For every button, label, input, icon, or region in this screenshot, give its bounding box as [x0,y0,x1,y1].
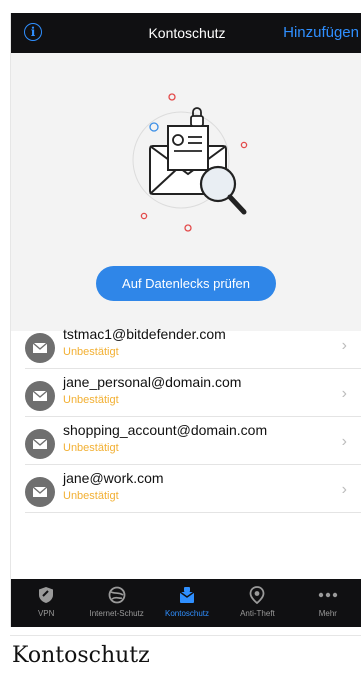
account-protection-icon [178,585,196,605]
account-list: tstmac1@bitdefender.com Unbestätigt › ja… [11,321,361,513]
tab-anti-theft[interactable]: Anti-Theft [222,579,292,627]
mail-icon [25,381,55,411]
list-item[interactable]: jane@work.com Unbestätigt › [25,465,361,513]
chevron-right-icon: › [341,337,347,354]
app-screen: i Kontoschutz Hinzufügen Auf Datenlecks … [10,13,361,627]
hero-section: Auf Datenlecks prüfen [11,53,361,331]
mail-icon [25,333,55,363]
caption-divider [10,635,361,636]
list-item[interactable]: shopping_account@domain.com Unbestätigt … [25,417,361,465]
tab-mehr[interactable]: Mehr [293,579,361,627]
mail-icon [25,429,55,459]
chevron-right-icon: › [341,385,347,402]
tab-internet-schutz[interactable]: Internet-Schutz [81,579,151,627]
tab-kontoschutz[interactable]: Kontoschutz [152,579,222,627]
list-item[interactable]: jane_personal@domain.com Unbestätigt › [25,369,361,417]
tab-bar: VPN Internet-Schutz Kontoschutz Anti-The… [11,579,361,627]
account-email: jane@work.com [63,470,164,486]
account-status: Unbestätigt [63,346,119,358]
tab-label: Kontoschutz [165,609,210,618]
location-pin-icon [249,585,265,605]
account-email: jane_personal@domain.com [63,374,242,390]
check-leaks-button[interactable]: Auf Datenlecks prüfen [96,266,276,301]
chevron-right-icon: › [341,481,347,498]
tab-label: VPN [37,609,55,618]
caption-text: Kontoschutz [12,643,150,668]
tab-label: Mehr [318,609,337,618]
list-item[interactable]: tstmac1@bitdefender.com Unbestätigt › [25,321,361,369]
account-status: Unbestätigt [63,490,119,502]
more-dots-icon [318,585,338,605]
tab-label: Anti-Theft [240,609,275,618]
account-email: tstmac1@bitdefender.com [63,326,226,342]
globe-icon [108,585,126,605]
shield-icon [38,585,54,605]
magnifier-envelope-icon [132,93,248,232]
navigation-bar: i Kontoschutz Hinzufügen [11,13,361,53]
tab-vpn[interactable]: VPN [11,579,81,627]
tab-label: Internet-Schutz [89,609,144,618]
mail-icon [25,477,55,507]
chevron-right-icon: › [341,433,347,450]
account-status: Unbestätigt [63,442,119,454]
account-status: Unbestätigt [63,394,119,406]
account-email: shopping_account@domain.com [63,422,268,438]
add-button[interactable]: Hinzufügen [283,24,359,41]
